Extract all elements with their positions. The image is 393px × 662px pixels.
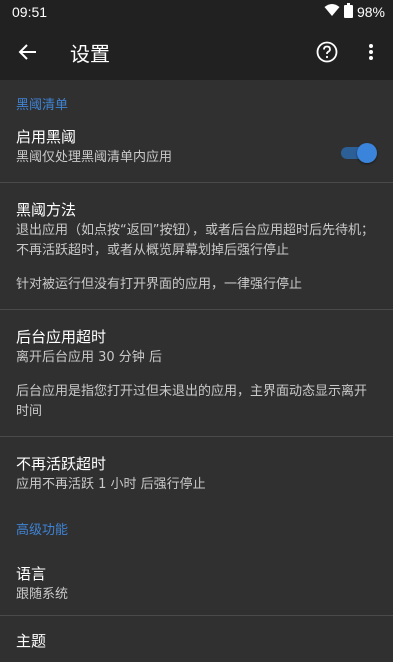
pref-title: 语言 <box>16 565 47 583</box>
pref-language[interactable]: 语言 跟随系统 <box>0 549 393 615</box>
app-bar: 设置 <box>0 24 393 80</box>
section-header-advanced: 高级功能 <box>16 523 69 538</box>
battery-icon <box>343 2 353 22</box>
arrow-back-icon <box>18 44 36 60</box>
pref-title: 不再活跃超时 <box>16 455 107 473</box>
pref-enable-blacklist[interactable]: 启用黑阈 黑阈仅处理黑阈清单内应用 <box>0 120 393 182</box>
status-icons: 98% <box>324 2 385 22</box>
settings-list: 黑阈清单 启用黑阈 黑阈仅处理黑阈清单内应用 黑阈方法 退出应用（如点按“返回”… <box>0 80 393 662</box>
pref-blacklist-method[interactable]: 黑阈方法 退出应用（如点按“返回”按钮），或者后台应用超时后先待机；不再活跃超时… <box>0 183 393 309</box>
help-button[interactable] <box>305 24 349 80</box>
status-time: 09:51 <box>12 4 48 20</box>
pref-description: 后台应用是指您打开过但未退出的应用，主界面动态显示离开时间 <box>16 384 368 419</box>
pref-description: 针对被运行但没有打开界面的应用，一律强行停止 <box>16 277 303 292</box>
overflow-menu-button[interactable] <box>349 24 393 80</box>
section-header-blacklist: 黑阈清单 <box>16 98 69 113</box>
pref-title: 主题 <box>16 632 47 650</box>
wifi-icon <box>324 3 340 21</box>
back-button[interactable] <box>0 24 56 80</box>
toggle-thumb <box>357 143 377 163</box>
pref-summary: 退出应用（如点按“返回”按钮），或者后台应用超时后先待机；不再活跃超时，或者从概… <box>16 223 374 258</box>
pref-title: 黑阈方法 <box>16 201 77 219</box>
more-vert-icon <box>369 44 373 60</box>
pref-inactive-timeout[interactable]: 不再活跃超时 应用不再活跃 1 小时 后强行停止 <box>0 437 393 509</box>
pref-summary: 跟随系统 <box>16 587 69 602</box>
enable-toggle[interactable] <box>339 141 377 163</box>
pref-title: 启用黑阈 <box>16 128 77 146</box>
page-title: 设置 <box>70 41 110 66</box>
pref-summary: 应用不再活跃 1 小时 后强行停止 <box>16 477 206 492</box>
battery-percent: 98% <box>356 4 385 20</box>
help-icon <box>316 41 338 63</box>
status-bar: 09:51 98% <box>0 0 393 24</box>
pref-summary: 离开后台应用 30 分钟 后 <box>16 350 162 365</box>
pref-summary: 黑阈仅处理黑阈清单内应用 <box>16 150 173 165</box>
pref-background-timeout[interactable]: 后台应用超时 离开后台应用 30 分钟 后 后台应用是指您打开过但未退出的应用，… <box>0 310 393 436</box>
pref-theme[interactable]: 主题 <box>0 616 393 662</box>
pref-title: 后台应用超时 <box>16 328 107 346</box>
